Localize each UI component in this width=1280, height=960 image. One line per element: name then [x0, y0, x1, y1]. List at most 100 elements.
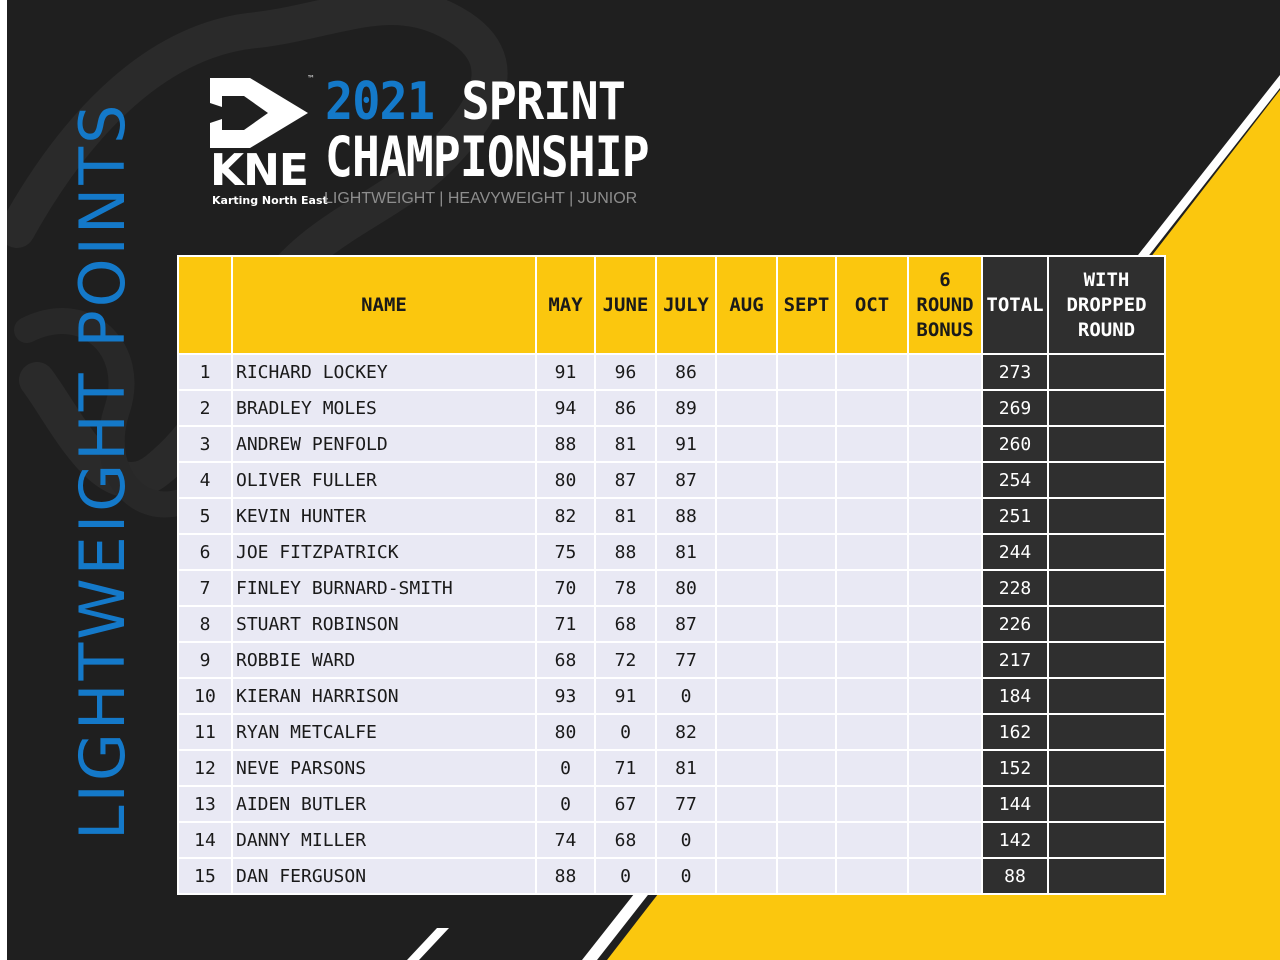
cell-position: 8	[177, 605, 233, 643]
cell-july: 86	[655, 353, 717, 391]
cell-name: ANDREW PENFOLD	[231, 425, 537, 463]
cell-total: 184	[981, 677, 1049, 715]
cell-aug	[715, 461, 778, 499]
cell-aug	[715, 821, 778, 859]
header-oct: OCT	[835, 255, 909, 355]
cell-sept	[776, 785, 837, 823]
cell-total: 254	[981, 461, 1049, 499]
cell-july: 0	[655, 677, 717, 715]
header-name: NAME	[231, 255, 537, 355]
cell-dropped-round	[1047, 425, 1166, 463]
cell-total: 244	[981, 533, 1049, 571]
cell-oct	[835, 425, 909, 463]
header-dropped-round: WITH DROPPED ROUND	[1047, 255, 1166, 355]
cell-position: 11	[177, 713, 233, 751]
cell-oct	[835, 857, 909, 895]
table-row: 6 JOE FITZPATRICK 75 88 81 244	[177, 533, 1166, 571]
cell-sept	[776, 677, 837, 715]
cell-aug	[715, 641, 778, 679]
cell-bonus	[907, 677, 983, 715]
cell-july: 91	[655, 425, 717, 463]
table-row: 12 NEVE PARSONS 0 71 81 152	[177, 749, 1166, 787]
table-row: 13 AIDEN BUTLER 0 67 77 144	[177, 785, 1166, 823]
cell-aug	[715, 389, 778, 427]
cell-total: 142	[981, 821, 1049, 859]
cell-aug	[715, 857, 778, 895]
header-total: TOTAL	[981, 255, 1049, 355]
poster-canvas: LIGHTWEIGHT POINTS ™ KNE Karting North E…	[7, 0, 1280, 960]
cell-sept	[776, 497, 837, 535]
cell-dropped-round	[1047, 677, 1166, 715]
cell-june: 0	[594, 713, 657, 751]
cell-aug	[715, 749, 778, 787]
cell-bonus	[907, 425, 983, 463]
cell-bonus	[907, 821, 983, 859]
cell-sept	[776, 425, 837, 463]
cell-position: 2	[177, 389, 233, 427]
cell-oct	[835, 497, 909, 535]
cell-june: 87	[594, 461, 657, 499]
cell-name: RYAN METCALFE	[231, 713, 537, 751]
cell-name: DAN FERGUSON	[231, 857, 537, 895]
cell-position: 7	[177, 569, 233, 607]
cell-sept	[776, 569, 837, 607]
cell-dropped-round	[1047, 785, 1166, 823]
title-year: 2021	[325, 72, 435, 132]
cell-aug	[715, 605, 778, 643]
cell-name: NEVE PARSONS	[231, 749, 537, 787]
cell-sept	[776, 857, 837, 895]
cell-june: 68	[594, 821, 657, 859]
cell-aug	[715, 677, 778, 715]
cell-july: 81	[655, 749, 717, 787]
cell-june: 81	[594, 425, 657, 463]
cell-july: 82	[655, 713, 717, 751]
header-july: JULY	[655, 255, 717, 355]
cell-may: 88	[535, 425, 596, 463]
cell-may: 71	[535, 605, 596, 643]
cell-total: 251	[981, 497, 1049, 535]
cell-may: 82	[535, 497, 596, 535]
table-row: 2 BRADLEY MOLES 94 86 89 269	[177, 389, 1166, 427]
cell-june: 88	[594, 533, 657, 571]
cell-bonus	[907, 533, 983, 571]
cell-total: 144	[981, 785, 1049, 823]
cell-total: 88	[981, 857, 1049, 895]
cell-june: 91	[594, 677, 657, 715]
cell-july: 88	[655, 497, 717, 535]
cell-oct	[835, 785, 909, 823]
cell-position: 10	[177, 677, 233, 715]
cell-dropped-round	[1047, 497, 1166, 535]
cell-may: 0	[535, 785, 596, 823]
cell-position: 3	[177, 425, 233, 463]
cell-name: BRADLEY MOLES	[231, 389, 537, 427]
header-may: MAY	[535, 255, 596, 355]
cell-name: JOE FITZPATRICK	[231, 533, 537, 571]
standings-table: NAME MAY JUNE JULY AUG SEPT OCT 6 ROUND …	[177, 255, 1166, 895]
cell-bonus	[907, 461, 983, 499]
trademark-symbol: ™	[307, 74, 315, 83]
cell-dropped-round	[1047, 821, 1166, 859]
cell-oct	[835, 569, 909, 607]
cell-oct	[835, 821, 909, 859]
cell-july: 89	[655, 389, 717, 427]
table-header-row: NAME MAY JUNE JULY AUG SEPT OCT 6 ROUND …	[177, 255, 1166, 355]
title-sprint: SPRINT	[461, 72, 626, 132]
cell-dropped-round	[1047, 749, 1166, 787]
cell-may: 68	[535, 641, 596, 679]
logo-subtitle: Karting North East	[212, 194, 328, 207]
cell-total: 217	[981, 641, 1049, 679]
cell-sept	[776, 353, 837, 391]
cell-may: 91	[535, 353, 596, 391]
cell-dropped-round	[1047, 857, 1166, 895]
cell-may: 74	[535, 821, 596, 859]
cell-position: 12	[177, 749, 233, 787]
cell-july: 77	[655, 641, 717, 679]
cell-name: KEVIN HUNTER	[231, 497, 537, 535]
cell-total: 152	[981, 749, 1049, 787]
cell-june: 71	[594, 749, 657, 787]
cell-may: 80	[535, 461, 596, 499]
cell-oct	[835, 641, 909, 679]
header-bonus: 6 ROUND BONUS	[907, 255, 983, 355]
cell-may: 80	[535, 713, 596, 751]
header-position	[177, 255, 233, 355]
